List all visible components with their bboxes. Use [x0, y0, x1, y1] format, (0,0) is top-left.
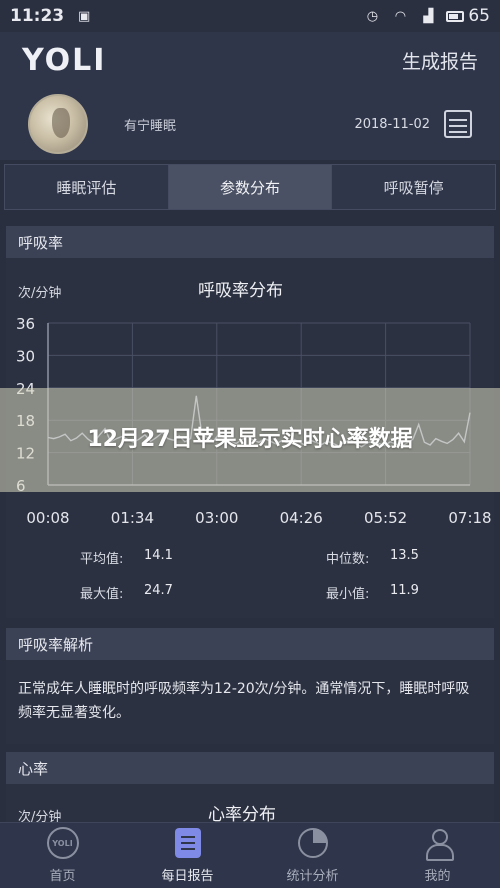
status-time: 11:23 — [10, 6, 65, 26]
report-icon — [174, 828, 201, 858]
home-icon: YOLI — [46, 827, 79, 859]
chart-y-tick-label: 30 — [16, 347, 35, 365]
chart-x-tick-label: 07:18 — [448, 509, 491, 527]
analysis-section-header: 呼吸率解析 — [6, 628, 494, 660]
profile-row: 有宁睡眠 2018-11-02 — [0, 88, 500, 160]
max-value: 24.7 — [144, 583, 173, 598]
chart-x-tick-label: 03:00 — [195, 509, 238, 527]
status-bar: 11:23 ▣ ◷ ◠ ▟ 65 — [0, 0, 500, 32]
nav-daily-report[interactable]: 每日报告 — [125, 823, 250, 888]
respiration-section-header: 呼吸率 — [6, 226, 494, 258]
battery-indicator: 65 — [446, 6, 490, 26]
app-logo: YOLI — [22, 42, 107, 78]
median-label: 中位数: — [326, 552, 370, 567]
tab-bar: 睡眠评估 参数分布 呼吸暂停 — [4, 164, 496, 210]
heart-section-header: 心率 — [6, 752, 494, 784]
respiration-chart-title: 呼吸率分布 — [198, 281, 283, 301]
nav-mine-label: 我的 — [424, 869, 451, 884]
min-label: 最小值: — [326, 587, 370, 602]
avatar[interactable] — [28, 94, 88, 154]
calendar-icon[interactable] — [444, 110, 472, 138]
min-value: 11.9 — [390, 583, 419, 598]
nav-statistics-label: 统计分析 — [286, 869, 339, 884]
chart-x-tick-label: 04:26 — [280, 509, 323, 527]
headline-text: 12月27日苹果显示实时心率数据 — [87, 427, 413, 452]
battery-icon — [446, 10, 465, 22]
nav-home-label: 首页 — [49, 869, 76, 884]
signal-icon: ▟ — [423, 8, 434, 24]
tab-sleep-assessment[interactable]: 睡眠评估 — [5, 165, 169, 209]
avg-label: 平均值: — [80, 552, 124, 567]
alarm-icon: ◷ — [366, 8, 379, 24]
respiration-chart-unit: 次/分钟 — [18, 286, 62, 301]
generate-report-button[interactable]: 生成报告 — [402, 47, 478, 74]
nav-mine[interactable]: 我的 — [375, 823, 500, 888]
chart-x-tick-label: 05:52 — [364, 509, 407, 527]
app-header: YOLI 生成报告 — [0, 32, 500, 88]
max-label: 最大值: — [80, 587, 124, 602]
nav-home[interactable]: YOLI 首页 — [0, 823, 125, 888]
gallery-icon: ▣ — [77, 8, 91, 24]
median-value: 13.5 — [390, 548, 419, 563]
tab-parameter-distribution[interactable]: 参数分布 — [168, 165, 333, 209]
profile-name: 有宁睡眠 — [124, 118, 177, 134]
report-date: 2018-11-02 — [354, 116, 430, 132]
nav-statistics[interactable]: 统计分析 — [250, 823, 375, 888]
chart-x-tick-label: 00:08 — [26, 509, 69, 527]
tab-apnea[interactable]: 呼吸暂停 — [332, 165, 496, 209]
headline-overlay: 12月27日苹果显示实时心率数据 — [0, 388, 500, 492]
bottom-nav: YOLI 首页 每日报告 统计分析 我的 — [0, 822, 500, 888]
battery-level: 65 — [468, 6, 490, 26]
status-right: ◷ ◠ ▟ 65 — [362, 6, 490, 26]
analysis-text: 正常成年人睡眠时的呼吸频率为12-20次/分钟。通常情况下，睡眠时呼吸频率无显著… — [18, 681, 470, 721]
wifi-icon: ◠ — [394, 8, 407, 24]
nav-daily-report-label: 每日报告 — [161, 869, 214, 884]
avg-value: 14.1 — [144, 548, 173, 563]
chart-x-tick-label: 01:34 — [111, 509, 154, 527]
user-icon — [423, 828, 454, 861]
chart-y-tick-label: 36 — [16, 315, 35, 333]
stats-icon — [297, 828, 328, 858]
